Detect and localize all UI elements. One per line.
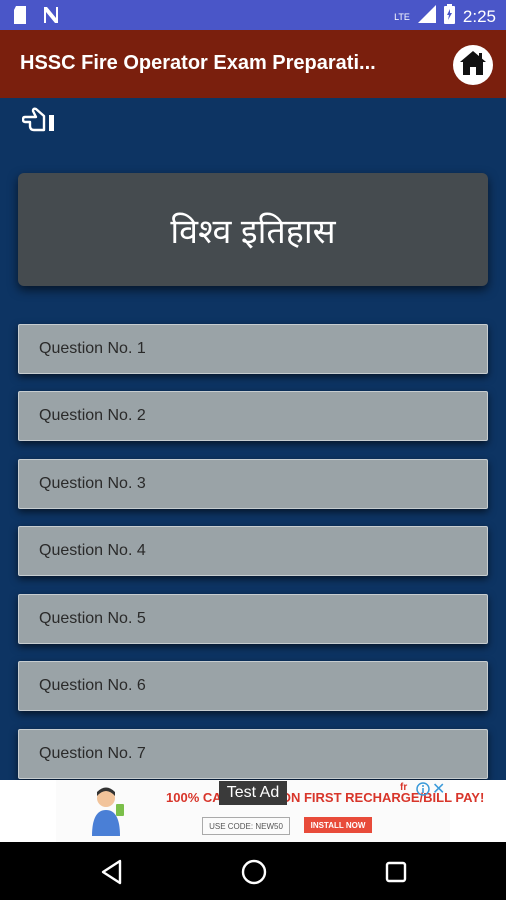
question-label: Question No. 5 [39,610,146,627]
signal-icon [417,5,436,28]
question-item[interactable]: Question No. 4 [18,526,488,576]
question-label: Question No. 2 [39,407,146,424]
question-label: Question No. 6 [39,677,146,694]
question-label: Question No. 1 [39,340,146,357]
question-item[interactable]: Question No. 2 [18,391,488,441]
n-notification-icon [42,6,60,29]
adchoices-icon[interactable] [416,782,430,801]
ad-brand-logo: fr [400,782,408,793]
back-triangle-icon[interactable] [98,858,126,886]
question-label: Question No. 3 [39,475,146,492]
sd-card-icon [12,6,28,29]
network-type-label: LTE [394,11,410,22]
home-button[interactable] [453,45,493,85]
system-nav-bar [0,842,506,900]
ad-install-button[interactable]: INSTALL NOW [304,817,372,833]
battery-icon [443,4,455,29]
back-button[interactable] [21,106,62,138]
question-label: Question No. 7 [39,745,146,762]
topic-title-card: विश्व इतिहास [18,173,488,286]
question-item[interactable]: Question No. 1 [18,324,488,374]
topic-title: विश्व इतिहास [170,212,336,251]
app-title: HSSC Fire Operator Exam Preparati... [20,52,376,74]
home-icon [459,50,487,81]
question-item[interactable]: Question No. 7 [18,729,488,779]
status-bar: LTE 2:25 [0,0,506,30]
question-label: Question No. 4 [39,542,146,559]
recents-square-icon[interactable] [382,858,410,886]
main-content: विश्व इतिहास Question No. 1 Question No.… [0,98,506,780]
question-item[interactable]: Question No. 6 [18,661,488,711]
ad-person-illustration [88,786,128,841]
hand-pointing-back-icon [21,107,58,138]
clock: 2:25 [462,6,496,26]
question-item[interactable]: Question No. 3 [18,459,488,509]
question-item[interactable]: Question No. 5 [18,594,488,644]
ad-close-icon[interactable]: ✕ [432,779,445,799]
home-circle-icon[interactable] [240,858,268,886]
test-ad-badge: Test Ad [219,781,287,805]
ad-coupon-code: USE CODE: NEW50 [202,817,290,835]
app-bar: HSSC Fire Operator Exam Preparati... [0,30,506,98]
